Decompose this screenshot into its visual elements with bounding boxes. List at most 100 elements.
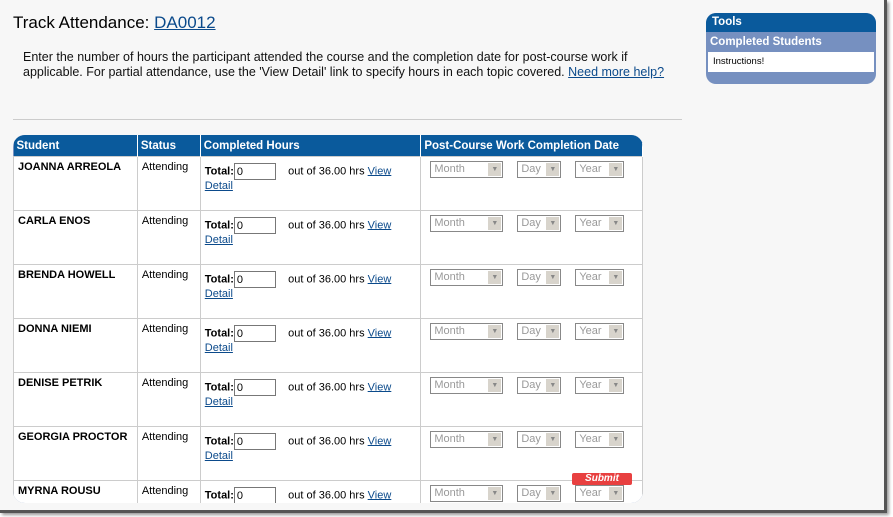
- total-label: Total:: [204, 273, 234, 286]
- month-select[interactable]: Month ▼: [430, 485, 504, 502]
- status: Attending: [136, 426, 201, 481]
- total-label: Total:: [204, 381, 234, 394]
- year-select[interactable]: Year ▼: [575, 215, 625, 232]
- chevron-down-icon: ▼: [609, 271, 623, 284]
- month-value: Month: [434, 271, 465, 283]
- month-value: Month: [434, 487, 465, 499]
- day-select[interactable]: Day ▼: [517, 377, 562, 394]
- status: Attending: [136, 372, 201, 427]
- chevron-down-icon: ▼: [609, 325, 623, 338]
- submit-button[interactable]: Submit: [572, 473, 632, 485]
- year-select[interactable]: Year ▼: [575, 323, 625, 340]
- attendance-panel: Student Status Completed Hours Post-Cour…: [13, 135, 643, 503]
- page-title: Track Attendance: DA0012: [13, 13, 216, 33]
- chevron-down-icon: ▼: [609, 379, 623, 392]
- student-name: DENISE PETRIK: [13, 372, 138, 427]
- student-name: CARLA ENOS: [13, 210, 138, 265]
- student-name: DONNA NIEMI: [13, 318, 138, 373]
- column-header-status: Status: [137, 135, 201, 157]
- student-name: JOANNA ARREOLA: [13, 156, 138, 211]
- month-select[interactable]: Month ▼: [430, 161, 504, 178]
- out-of-text: out of 36.00 hrs: [288, 435, 365, 448]
- day-select[interactable]: Day ▼: [517, 431, 562, 448]
- month-select[interactable]: Month ▼: [430, 431, 504, 448]
- total-label: Total:: [204, 327, 234, 340]
- hours-input[interactable]: [233, 433, 276, 450]
- divider: [13, 119, 682, 120]
- month-value: Month: [434, 217, 465, 229]
- day-value: Day: [521, 271, 541, 283]
- month-select[interactable]: Month ▼: [430, 269, 504, 286]
- day-value: Day: [521, 325, 541, 337]
- day-select[interactable]: Day ▼: [517, 323, 562, 340]
- year-select[interactable]: Year ▼: [575, 269, 625, 286]
- year-select[interactable]: Year ▼: [575, 161, 625, 178]
- chevron-down-icon: ▼: [488, 433, 502, 446]
- completed-students-link[interactable]: Completed Students: [706, 32, 876, 52]
- student-name: GEORGIA PROCTOR: [13, 426, 138, 481]
- tools-panel: Tools Completed Students Instructions!: [706, 13, 876, 84]
- status: Attending: [136, 264, 201, 319]
- table-row: BRENDA HOWELL Attending Total: out of 36…: [13, 264, 643, 319]
- hours-input[interactable]: [233, 271, 276, 288]
- month-select[interactable]: Month ▼: [430, 323, 504, 340]
- year-select[interactable]: Year ▼: [575, 485, 625, 502]
- table-row: DONNA NIEMI Attending Total: out of 36.0…: [13, 318, 643, 373]
- hours-input[interactable]: [233, 379, 276, 396]
- chevron-down-icon: ▼: [546, 217, 560, 230]
- status: Attending: [136, 210, 201, 265]
- chevron-down-icon: ▼: [546, 271, 560, 284]
- month-select[interactable]: Month ▼: [430, 377, 504, 394]
- year-value: Year: [579, 487, 602, 499]
- year-value: Year: [579, 325, 602, 337]
- out-of-text: out of 36.00 hrs: [288, 327, 365, 340]
- chevron-down-icon: ▼: [488, 271, 502, 284]
- total-label: Total:: [204, 219, 234, 232]
- intro-text: Enter the number of hours the participan…: [23, 50, 628, 79]
- chevron-down-icon: ▼: [546, 487, 560, 500]
- day-value: Day: [521, 217, 541, 229]
- month-value: Month: [434, 379, 465, 391]
- day-value: Day: [521, 379, 541, 391]
- year-value: Year: [579, 163, 602, 175]
- year-select[interactable]: Year ▼: [575, 431, 625, 448]
- status: Attending: [136, 156, 201, 211]
- title-label: Track Attendance:: [13, 13, 150, 32]
- day-value: Day: [521, 487, 541, 499]
- out-of-text: out of 36.00 hrs: [288, 219, 365, 232]
- course-id-link[interactable]: DA0012: [154, 13, 215, 32]
- instructions-text: Enter the number of hours the participan…: [23, 50, 673, 80]
- help-link[interactable]: Need more help?: [568, 65, 664, 79]
- chevron-down-icon: ▼: [609, 163, 623, 176]
- chevron-down-icon: ▼: [609, 487, 623, 500]
- window: Track Attendance: DA0012 Enter the numbe…: [0, 0, 887, 513]
- day-select[interactable]: Day ▼: [517, 215, 562, 232]
- year-select[interactable]: Year ▼: [575, 377, 625, 394]
- month-select[interactable]: Month ▼: [430, 215, 504, 232]
- column-header-student: Student: [13, 135, 138, 157]
- year-value: Year: [579, 271, 602, 283]
- instructions-link[interactable]: Instructions!: [708, 52, 874, 72]
- month-value: Month: [434, 433, 465, 445]
- chevron-down-icon: ▼: [546, 163, 560, 176]
- day-select[interactable]: Day ▼: [517, 485, 562, 502]
- hours-input[interactable]: [233, 163, 276, 180]
- hours-input[interactable]: [233, 217, 276, 234]
- chevron-down-icon: ▼: [609, 217, 623, 230]
- out-of-text: out of 36.00 hrs: [288, 489, 365, 502]
- student-name: MYRNA ROUSU: [13, 480, 138, 503]
- hours-input[interactable]: [233, 325, 276, 342]
- table-row: GEORGIA PROCTOR Attending Total: out of …: [13, 426, 643, 481]
- chevron-down-icon: ▼: [546, 433, 560, 446]
- out-of-text: out of 36.00 hrs: [288, 381, 365, 394]
- day-value: Day: [521, 163, 541, 175]
- chevron-down-icon: ▼: [488, 163, 502, 176]
- month-value: Month: [434, 163, 465, 175]
- table-row: JOANNA ARREOLA Attending Total: out of 3…: [13, 156, 643, 211]
- status: Attending: [136, 318, 201, 373]
- day-select[interactable]: Day ▼: [517, 161, 562, 178]
- day-select[interactable]: Day ▼: [517, 269, 562, 286]
- chevron-down-icon: ▼: [609, 433, 623, 446]
- out-of-text: out of 36.00 hrs: [288, 165, 365, 178]
- hours-input[interactable]: [233, 487, 276, 503]
